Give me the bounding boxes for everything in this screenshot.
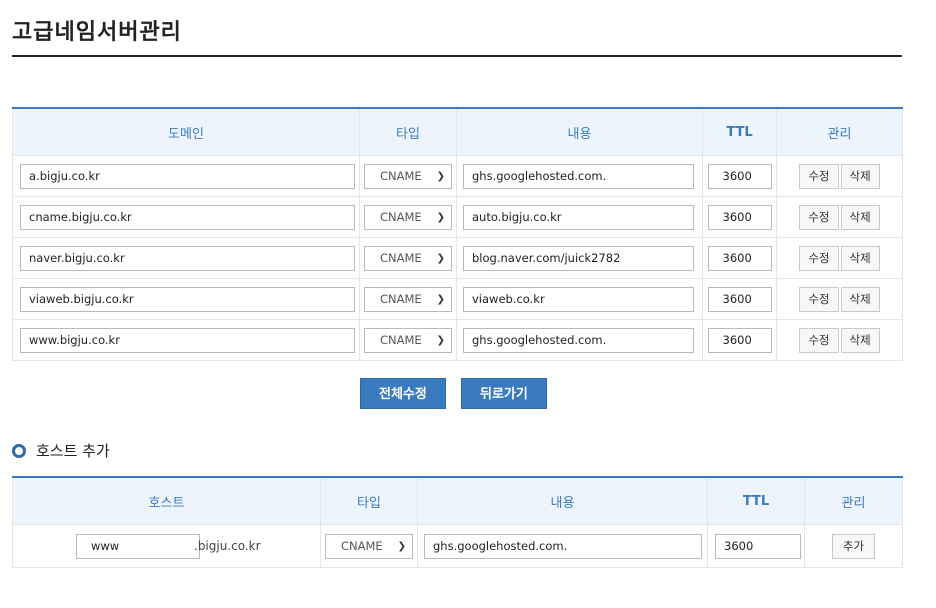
chevron-down-icon: ❯ xyxy=(436,334,445,346)
type-select[interactable]: CNAME ❯ xyxy=(364,245,452,271)
edit-button[interactable]: 수정 xyxy=(799,327,839,353)
domain-input[interactable]: www.bigju.co.kr xyxy=(20,327,355,353)
content-input[interactable]: auto.bigju.co.kr xyxy=(463,204,694,230)
content-input[interactable]: ghs.googlehosted.com. xyxy=(424,533,702,559)
delete-button[interactable]: 삭제 xyxy=(840,163,880,189)
chevron-down-icon: ❯ xyxy=(436,252,445,264)
type-select[interactable]: CNAME ❯ xyxy=(364,163,452,189)
content-input[interactable]: viaweb.co.kr xyxy=(463,286,694,312)
bullet-icon xyxy=(12,443,26,458)
type-select[interactable]: CNAME ❯ xyxy=(364,204,452,230)
type-select-value: CNAME xyxy=(380,209,422,224)
table-row: cname.bigju.co.kr CNAME ❯ auto.bigju.co.k… xyxy=(12,196,903,238)
column-header-type: 타입 xyxy=(320,477,418,525)
domain-input[interactable]: viaweb.bigju.co.kr xyxy=(20,286,355,312)
delete-button[interactable]: 삭제 xyxy=(840,204,880,230)
add-host-section-heading: 호스트 추가 xyxy=(12,440,110,461)
chevron-down-icon: ❯ xyxy=(436,211,445,223)
delete-button[interactable]: 삭제 xyxy=(840,286,880,312)
type-select-value: CNAME xyxy=(380,168,422,183)
type-select[interactable]: CNAME ❯ xyxy=(364,327,452,353)
column-header-ttl: TTL xyxy=(707,477,805,525)
content-input[interactable]: blog.naver.com/juick2782 xyxy=(463,245,694,271)
host-input[interactable]: www xyxy=(76,533,200,559)
domain-input[interactable]: a.bigju.co.kr xyxy=(20,163,355,189)
type-select[interactable]: CNAME ❯ xyxy=(325,533,413,559)
edit-button[interactable]: 수정 xyxy=(799,245,839,271)
table-header-row: 도메인 타입 내용 TTL 관리 xyxy=(12,108,903,156)
type-select[interactable]: CNAME ❯ xyxy=(364,286,452,312)
add-host-row: www .bigju.co.kr CNAME ❯ ghs.googlehosted… xyxy=(12,524,903,568)
column-header-content: 내용 xyxy=(417,477,708,525)
add-host-table: 호스트 타입 내용 TTL 관리 www .bigju.co.kr CNAME ❯… xyxy=(12,476,903,568)
add-host-title: 호스트 추가 xyxy=(36,442,110,460)
table-header-row: 호스트 타입 내용 TTL 관리 xyxy=(12,477,903,525)
title-divider xyxy=(12,55,902,57)
type-select-value: CNAME xyxy=(380,332,422,347)
type-select-value: CNAME xyxy=(380,291,422,306)
domain-input[interactable]: cname.bigju.co.kr xyxy=(20,204,355,230)
chevron-down-icon: ❯ xyxy=(436,293,445,305)
edit-button[interactable]: 수정 xyxy=(799,204,839,230)
domain-input[interactable]: naver.bigju.co.kr xyxy=(20,245,355,271)
host-records-table: 도메인 타입 내용 TTL 관리 a.bigju.co.kr CNAME ❯ gh… xyxy=(12,107,903,361)
add-button[interactable]: 추가 xyxy=(831,533,876,559)
content-input[interactable]: ghs.googlehosted.com. xyxy=(463,327,694,353)
edit-button[interactable]: 수정 xyxy=(799,286,839,312)
ttl-input[interactable]: 3600 xyxy=(715,533,801,559)
chevron-down-icon: ❯ xyxy=(436,170,445,182)
type-select-value: CNAME xyxy=(380,250,422,265)
ttl-input[interactable]: 3600 xyxy=(707,286,772,312)
delete-button[interactable]: 삭제 xyxy=(840,327,880,353)
table-row: a.bigju.co.kr CNAME ❯ ghs.googlehosted.co… xyxy=(12,155,903,197)
table-row: www.bigju.co.kr CNAME ❯ ghs.googlehosted.… xyxy=(12,319,903,361)
column-header-content: 내용 xyxy=(456,108,703,156)
column-header-manage: 관리 xyxy=(804,477,903,525)
column-header-host: 호스트 xyxy=(12,477,321,525)
delete-button[interactable]: 삭제 xyxy=(840,245,880,271)
domain-suffix: .bigju.co.kr xyxy=(194,539,261,553)
chevron-down-icon: ❯ xyxy=(397,540,406,552)
column-header-type: 타입 xyxy=(359,108,457,156)
ttl-input[interactable]: 3600 xyxy=(707,327,772,353)
table-row: naver.bigju.co.kr CNAME ❯ blog.naver.com/… xyxy=(12,237,903,279)
column-header-domain: 도메인 xyxy=(12,108,360,156)
ttl-input[interactable]: 3600 xyxy=(707,163,772,189)
ttl-input[interactable]: 3600 xyxy=(707,204,772,230)
content-input[interactable]: ghs.googlehosted.com. xyxy=(463,163,694,189)
table-row: viaweb.bigju.co.kr CNAME ❯ viaweb.co.kr 3… xyxy=(12,278,903,320)
column-header-manage: 관리 xyxy=(776,108,903,156)
edit-button[interactable]: 수정 xyxy=(799,163,839,189)
edit-all-button[interactable]: 전체수정 xyxy=(360,378,446,409)
type-select-value: CNAME xyxy=(341,538,383,553)
ttl-input[interactable]: 3600 xyxy=(707,245,772,271)
page-title: 고급네임서버관리 xyxy=(12,20,182,45)
back-button[interactable]: 뒤로가기 xyxy=(461,378,547,409)
column-header-ttl: TTL xyxy=(702,108,777,156)
